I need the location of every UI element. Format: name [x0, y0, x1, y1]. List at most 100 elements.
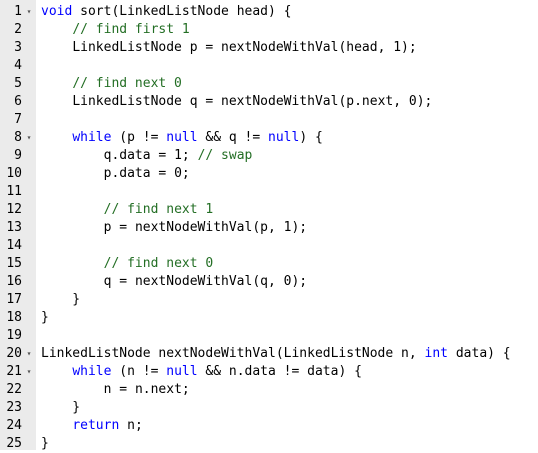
line-number: 1: [14, 4, 22, 19]
code-line[interactable]: 14: [0, 237, 538, 255]
code-token: !=: [275, 364, 308, 379]
code-text: // find next 0: [41, 255, 214, 273]
code-text: while (n != null && n.data != data) {: [41, 363, 362, 381]
code-token: LinkedListNode: [72, 40, 182, 55]
code-token: n: [401, 346, 409, 361]
code-token: , 0);: [393, 94, 433, 109]
code-token: n: [127, 418, 135, 433]
comment-token: // swap: [197, 148, 253, 163]
code-token: LinkedListNode: [119, 4, 229, 19]
code-line[interactable]: 13 p = nextNodeWithVal(p, 1);: [0, 219, 538, 237]
code-line[interactable]: 2 // find first 1: [0, 21, 538, 39]
code-token: q: [189, 94, 198, 109]
line-number: 15: [6, 256, 22, 271]
code-text: }: [41, 291, 80, 309]
code-token: , 1);: [268, 220, 308, 235]
code-token: data: [119, 166, 151, 181]
code-lines[interactable]: 1 ▾ void sort(LinkedListNode head) {2 // f…: [0, 3, 538, 453]
code-token: q: [260, 274, 268, 289]
code-line[interactable]: 4: [0, 57, 538, 75]
keyword-token: return: [72, 418, 120, 433]
code-line[interactable]: 10 p.data = 0;: [0, 165, 538, 183]
code-line[interactable]: 7: [0, 111, 538, 129]
code-line[interactable]: 3 LinkedListNode p = nextNodeWithVal(hea…: [0, 39, 538, 57]
code-editor[interactable]: 1 ▾ void sort(LinkedListNode head) {2 // f…: [0, 0, 538, 453]
code-line[interactable]: 18}: [0, 309, 538, 327]
keyword-token: while: [72, 364, 112, 379]
line-number: 10: [6, 166, 22, 181]
code-token: data: [119, 148, 151, 163]
line-number: 11: [6, 184, 22, 199]
line-number: 18: [6, 310, 22, 325]
code-text: }: [41, 435, 49, 453]
code-line[interactable]: 9 q.data = 1; // swap: [0, 147, 538, 165]
code-line[interactable]: 20 ▾ LinkedListNode nextNodeWithVal(Linked…: [0, 345, 538, 363]
code-token: .: [236, 364, 245, 379]
code-token: nextNodeWithVal: [134, 220, 253, 235]
code-text: q = nextNodeWithVal(q, 0);: [41, 273, 308, 291]
code-line[interactable]: 25}: [0, 435, 538, 453]
fold-arrow-icon[interactable]: ▾: [24, 345, 34, 363]
comment-token: // find next 0: [103, 256, 214, 271]
code-text: // find first 1: [41, 21, 189, 39]
line-number: 17: [6, 292, 22, 307]
line-number: 7: [14, 112, 22, 127]
code-token: data: [307, 364, 339, 379]
code-line[interactable]: 5 // find next 0: [0, 75, 538, 93]
code-line[interactable]: 23 }: [0, 399, 538, 417]
code-token: .: [354, 94, 362, 109]
code-line[interactable]: 21 ▾ while (n != null && n.data != data) …: [0, 363, 538, 381]
code-token: ) {: [268, 4, 292, 19]
fold-arrow-icon[interactable]: ▾: [24, 3, 34, 21]
line-number: 19: [6, 328, 22, 343]
keyword-token: void: [41, 4, 73, 19]
code-token: data: [455, 346, 488, 361]
code-line[interactable]: 17 }: [0, 291, 538, 309]
code-line[interactable]: 12 // find next 1: [0, 201, 538, 219]
code-line[interactable]: 1 ▾ void sort(LinkedListNode head) {: [0, 3, 538, 21]
code-line[interactable]: 16 q = nextNodeWithVal(q, 0);: [0, 273, 538, 291]
code-line[interactable]: 22 n = n.next;: [0, 381, 538, 399]
code-line[interactable]: 8 ▾ while (p != null && q != null) {: [0, 129, 538, 147]
code-token: (: [275, 346, 284, 361]
line-number: 4: [14, 58, 22, 73]
keyword-token: while: [72, 130, 112, 145]
code-text: q.data = 1; // swap: [41, 147, 253, 165]
code-token: LinkedListNode: [283, 346, 394, 361]
code-text: n = n.next;: [41, 381, 190, 399]
code-token: (: [252, 274, 261, 289]
code-line[interactable]: 6 LinkedListNode q = nextNodeWithVal(p.n…: [0, 93, 538, 111]
fold-arrow-icon[interactable]: ▾: [24, 363, 34, 381]
code-token: nextNodeWithVal: [158, 346, 276, 361]
line-number: 22: [6, 382, 22, 397]
code-token: nextNodeWithVal: [221, 94, 339, 109]
code-token: =: [111, 220, 135, 235]
code-text: }: [41, 309, 49, 327]
fold-arrow-icon[interactable]: ▾: [24, 129, 34, 147]
code-token: (: [111, 364, 128, 379]
code-token: }: [41, 310, 49, 325]
code-line[interactable]: 15 // find next 0: [0, 255, 538, 273]
keyword-token: null: [166, 364, 198, 379]
code-line[interactable]: 24 return n;: [0, 417, 538, 435]
line-number: 23: [6, 400, 22, 415]
code-token: =: [197, 40, 222, 55]
code-line[interactable]: 11: [0, 183, 538, 201]
code-text: p = nextNodeWithVal(p, 1);: [41, 219, 308, 237]
code-token: !=: [236, 130, 269, 145]
code-text: LinkedListNode nextNodeWithVal(LinkedLis…: [41, 345, 511, 363]
code-text: LinkedListNode p = nextNodeWithVal(head,…: [41, 39, 416, 57]
code-text: while (p != null && q != null) {: [41, 129, 323, 147]
comment-token: // find next 0: [72, 76, 182, 91]
code-line[interactable]: 19: [0, 327, 538, 345]
line-number: 3: [14, 40, 22, 55]
code-token: &&: [197, 130, 229, 145]
